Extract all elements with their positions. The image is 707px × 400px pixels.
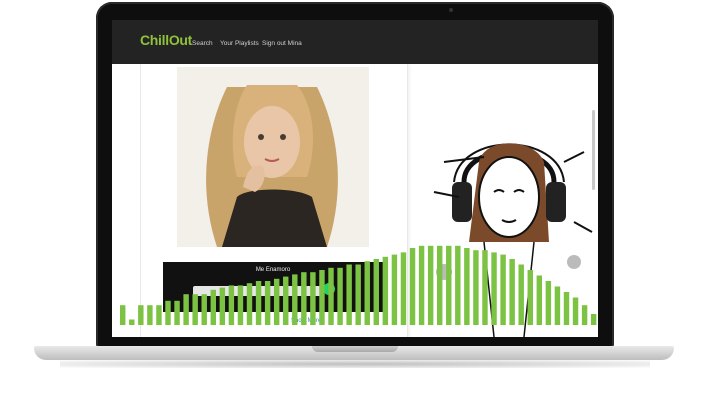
- music-player: Me Enamoro: [163, 262, 383, 312]
- camera-dot: [449, 8, 453, 12]
- nav-signout-link[interactable]: Sign out Mina: [262, 40, 302, 47]
- app-screen: ChillOut Search Your Playlists Sign out …: [112, 20, 598, 337]
- content-area: Me Enamoro Show More: [112, 64, 598, 337]
- navbar: ChillOut Search Your Playlists Sign out …: [112, 20, 598, 64]
- nav-playlists-link[interactable]: Your Playlists: [220, 40, 259, 47]
- nav-search-link[interactable]: Search: [192, 40, 213, 47]
- headphones-illustration: [424, 122, 594, 337]
- laptop-shadow: [60, 360, 650, 368]
- laptop-frame: ChillOut Search Your Playlists Sign out …: [0, 0, 707, 400]
- track-panel: Me Enamoro Show More: [140, 64, 408, 337]
- show-more-link[interactable]: Show More: [291, 318, 321, 324]
- song-title: Me Enamoro: [255, 267, 291, 273]
- album-art-image: [177, 67, 369, 247]
- spotify-icon[interactable]: [323, 283, 335, 295]
- playback-controls[interactable]: [193, 286, 323, 296]
- logo[interactable]: ChillOut: [140, 32, 192, 48]
- laptop-notch: [312, 346, 398, 352]
